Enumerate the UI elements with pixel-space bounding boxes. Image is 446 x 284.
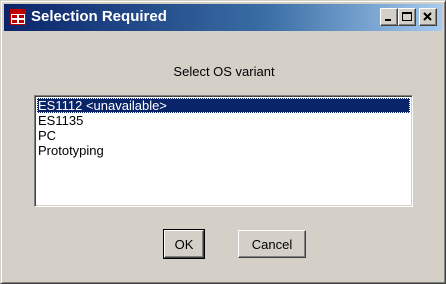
cancel-button[interactable]: Cancel [238, 230, 306, 258]
ok-button[interactable]: OK [163, 229, 205, 259]
list-item[interactable]: Prototyping [37, 143, 410, 158]
maximize-icon [402, 12, 412, 21]
prompt-label: Select OS variant [173, 64, 275, 79]
list-item[interactable]: PC [37, 128, 410, 143]
dialog-window: Selection Required Select OS variant ES1… [0, 0, 446, 284]
os-variant-listbox[interactable]: ES1112 <unavailable> ES1135 PC Prototypi… [34, 95, 413, 207]
window-title: Selection Required [31, 8, 167, 25]
app-grid-icon [10, 9, 26, 25]
close-button[interactable] [419, 8, 437, 26]
minimize-button[interactable] [380, 8, 398, 26]
list-item[interactable]: ES1112 <unavailable> [37, 98, 410, 113]
minimize-icon [385, 19, 391, 21]
close-icon [423, 12, 432, 21]
maximize-button[interactable] [398, 8, 416, 26]
title-bar[interactable]: Selection Required [4, 4, 442, 31]
list-item[interactable]: ES1135 [37, 113, 410, 128]
